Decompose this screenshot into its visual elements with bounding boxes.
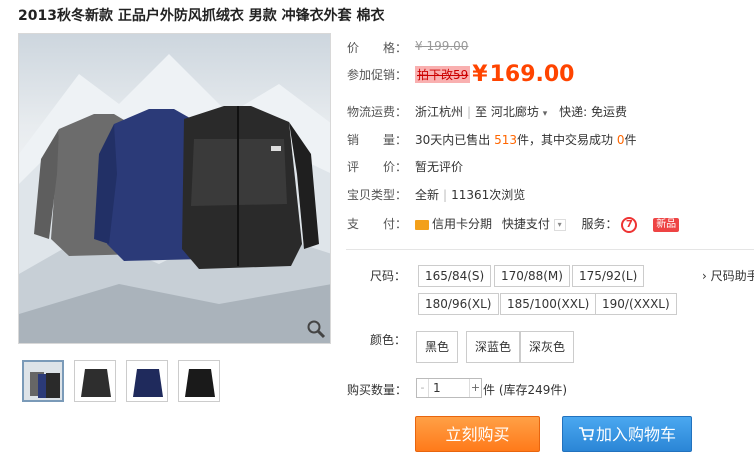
quantity-plus-button[interactable]: +: [469, 379, 481, 397]
zoom-icon[interactable]: [306, 319, 326, 339]
color-option-navy[interactable]: 深蓝色: [466, 331, 521, 363]
new-badge: 新品: [653, 217, 680, 232]
service-label: 服务：: [581, 217, 618, 231]
quantity-label: 购买数量：: [347, 383, 408, 397]
add-to-cart-button[interactable]: 加入购物车: [562, 416, 692, 452]
cart-icon: [578, 418, 594, 454]
sales-row: 销 量： 30天内已售出 513件，其中交易成功 0件: [347, 131, 637, 148]
item-type-label: 宝贝类型：: [347, 188, 408, 202]
credit-installment[interactable]: 信用卡分期: [432, 217, 492, 231]
thumbnail-1[interactable]: [22, 360, 64, 402]
buy-now-button[interactable]: 立刻购买: [415, 416, 540, 452]
sales-label: 销 量：: [347, 133, 408, 147]
payment-label: 支 付：: [347, 217, 408, 231]
product-title: 2013秋冬新款 正品户外防风抓绒衣 男款 冲锋衣外套 棉衣: [18, 8, 385, 24]
shipping-label: 物流运费：: [347, 105, 408, 119]
quick-pay[interactable]: 快捷支付: [502, 217, 550, 231]
shipping-row: 物流运费： 浙江杭州 | 至 河北廊坊 ▾ 快递: 免运费: [347, 105, 627, 119]
item-type-value: 全新: [415, 188, 440, 202]
size-helper-link[interactable]: › 尺码助手: [702, 267, 754, 284]
promo-label: 参加促销：: [347, 68, 408, 82]
promo-tag: 拍下改59: [415, 66, 471, 83]
color-label: 颜色：: [370, 333, 407, 347]
thumbnail-4[interactable]: [178, 360, 220, 402]
size-option-xxl[interactable]: 185/100(XXL): [500, 293, 597, 315]
size-option-s[interactable]: 165/84(S): [418, 265, 492, 287]
rating-value: 暂无评价: [415, 160, 464, 174]
item-type-row: 宝贝类型： 全新 | 11361次浏览: [347, 188, 526, 202]
chevron-down-icon[interactable]: ▾: [553, 218, 566, 231]
chevron-right-icon: ›: [702, 269, 707, 283]
sales-count: 513: [494, 133, 518, 147]
sales-middle: 件，其中交易成功: [517, 133, 614, 147]
add-to-cart-label: 加入购物车: [595, 425, 676, 444]
thumbnail-2[interactable]: [74, 360, 116, 402]
price-label: 价 格：: [347, 41, 408, 55]
size-helper-text: 尺码助手: [710, 269, 754, 283]
shipping-from: 浙江杭州: [415, 105, 464, 119]
seven-day-return-icon: 7: [621, 216, 638, 233]
quantity-stepper: - 1 +: [416, 378, 482, 398]
shipping-to-prefix: 至: [475, 105, 488, 119]
thumbnail-3[interactable]: [126, 360, 168, 402]
size-label: 尺码：: [370, 269, 407, 283]
price-currency: ¥: [472, 62, 488, 87]
rating-label: 评 价：: [347, 160, 408, 174]
promo-row: 参加促销： 拍下改59 ¥169.00: [347, 62, 575, 88]
chevron-down-icon[interactable]: ▾: [543, 109, 548, 119]
color-option-gray[interactable]: 深灰色: [520, 331, 575, 363]
rating-row: 评 价： 暂无评价: [347, 158, 463, 175]
payment-row: 支 付： 信用卡分期 快捷支付 ▾ 服务： 7 新品: [347, 215, 680, 233]
quantity-minus-button[interactable]: -: [417, 379, 429, 397]
shipping-fee: 快递: 免运费: [559, 105, 627, 119]
color-option-black[interactable]: 黑色: [416, 331, 459, 363]
quantity-input[interactable]: 1: [433, 379, 441, 397]
size-option-xxxl[interactable]: 190/(XXXL): [595, 293, 677, 315]
size-option-l[interactable]: 175/92(L): [572, 265, 645, 287]
sales-suffix: 件: [624, 133, 637, 147]
original-price: ¥ 199.00: [415, 39, 469, 53]
sales-prefix: 30天内已售出: [415, 133, 491, 147]
sales-success: 0: [616, 133, 625, 147]
promo-price: 169.00: [489, 62, 575, 87]
stock-info: 件 (库存249件): [483, 383, 568, 397]
price-row: 价 格： ¥ 199.00: [347, 39, 468, 56]
size-option-m[interactable]: 170/88(M): [494, 265, 570, 287]
divider: [346, 249, 754, 250]
credit-card-icon: [415, 219, 429, 230]
size-option-xl[interactable]: 180/96(XL): [418, 293, 499, 315]
product-main-image[interactable]: [18, 33, 331, 344]
view-count: 11361次浏览: [451, 188, 526, 202]
shipping-to[interactable]: 河北廊坊: [491, 105, 539, 119]
